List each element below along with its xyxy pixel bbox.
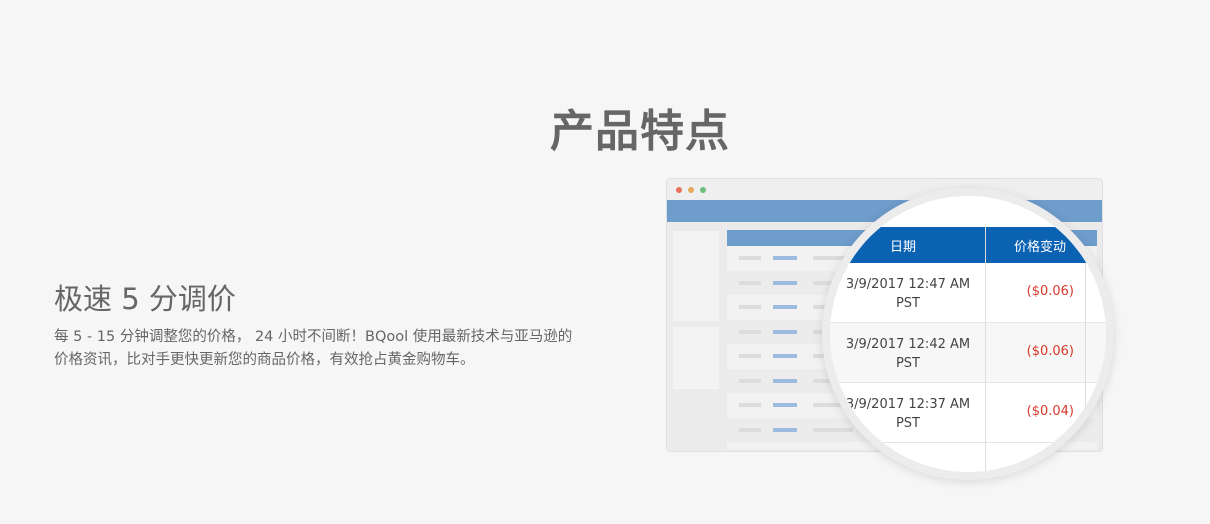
window-minimize-dot	[688, 187, 694, 193]
price-table-row: 3/9/2017 12:37 AM PST ($0.04)	[830, 383, 1106, 443]
browser-titlebar	[667, 179, 1102, 200]
row-time: 3/9/2017 12:42 AM PST	[845, 337, 971, 371]
price-table-row: 3/9/2017 12:42 AM PST ($0.06)	[830, 323, 1106, 383]
column-header-date: 日期	[890, 240, 917, 255]
column-divider	[1085, 263, 1086, 472]
column-header-price-change: 价格变动	[1014, 240, 1067, 255]
price-table-header: 日期 价格变动	[830, 227, 1106, 263]
price-table-row: 3/9/2017 12:47 AM PST ($0.06)	[830, 263, 1106, 323]
window-close-dot	[676, 187, 682, 193]
row-time: 3/9/2017 12:47 AM PST	[845, 277, 971, 311]
column-divider	[985, 227, 986, 472]
magnifier-circle: 日期 价格变动 3/9/2017 12:47 AM PST ($0.06) 3/…	[822, 188, 1114, 480]
row-price-change: ($0.04)	[1026, 404, 1074, 419]
row-price-change: ($0.06)	[1026, 284, 1074, 299]
feature-description: 每 5 - 15 分钟调整您的价格， 24 小时不间断！BQool 使用最新技术…	[54, 329, 573, 368]
row-time: 3/9/2017 12:37 AM PST	[845, 397, 971, 431]
window-maximize-dot	[700, 187, 706, 193]
row-price-change: ($0.06)	[1026, 344, 1074, 359]
feature-title: 极速 5 分调价	[54, 282, 236, 316]
mock-sidebar-block	[673, 231, 719, 321]
mock-sidebar-block	[673, 327, 719, 389]
page-title: 产品特点	[550, 105, 730, 157]
